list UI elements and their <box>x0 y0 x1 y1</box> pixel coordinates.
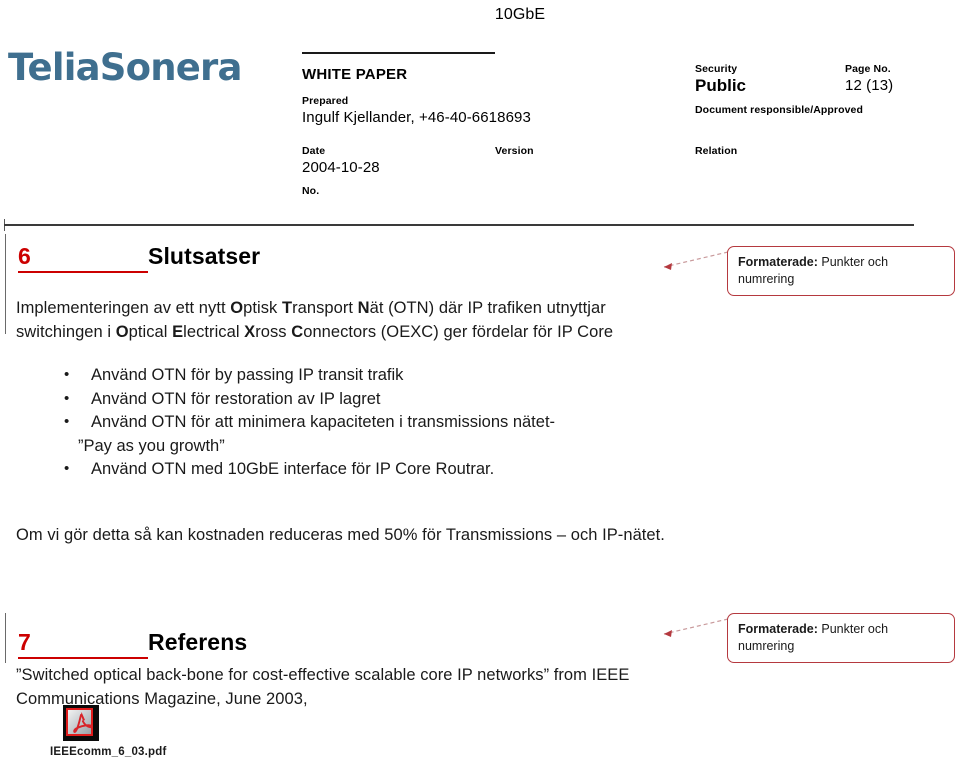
field-no: No. <box>302 185 319 198</box>
paragraph-reference-text: ”Switched optical back-bone for cost-eff… <box>16 666 630 708</box>
list-item: Använd OTN för att minimera kapaciteten … <box>16 410 676 458</box>
field-prepared-label: Prepared <box>302 95 349 107</box>
field-document-responsible-label: Document responsible/Approved <box>695 104 864 116</box>
field-page-no-value: 12 (13) <box>845 77 894 94</box>
field-version-label: Version <box>495 145 534 157</box>
list-item: Använd OTN för restoration av IP lagret <box>16 387 676 412</box>
comment-leader-line-2 <box>663 618 729 637</box>
list-item-text: Använd OTN för att minimera kapaciteten … <box>91 413 556 431</box>
header-separator-rule <box>4 224 914 226</box>
document-type-title: WHITE PAPER <box>302 66 408 83</box>
list-item-continuation: ”Pay as you growth” <box>78 436 225 455</box>
conclusions-bullet-list: Använd OTN för by passing IP transit tra… <box>16 363 676 482</box>
heading-section-7: 7 Referens <box>18 629 247 659</box>
field-date: Date 2004-10-28 <box>302 145 380 177</box>
heading-section-7-number: 7 <box>18 629 148 659</box>
field-prepared-value: Ingulf Kjellander, +46-40-6618693 <box>302 109 531 126</box>
teliasonera-logo: TeliaSonera <box>8 46 242 89</box>
paragraph-conclusions-intro: Implementeringen av ett nytt Optisk Tran… <box>16 299 614 341</box>
comment-balloon-formatted-1[interactable]: Formaterade: Punkter och numrering <box>727 246 955 296</box>
pdf-attachment-filename: IEEEcomm_6_03.pdf <box>50 746 167 758</box>
field-date-label: Date <box>302 145 326 157</box>
paragraph-conclusions-closing: Om vi gör detta så kan kostnaden reducer… <box>16 526 665 544</box>
field-document-responsible: Document responsible/Approved <box>695 104 863 117</box>
heading-section-7-title: Referens <box>148 629 248 655</box>
field-page-no: Page No. 12 (13) <box>845 63 893 95</box>
field-version: Version <box>495 145 534 158</box>
list-item-text: Använd OTN för by passing IP transit tra… <box>91 366 404 384</box>
field-page-no-label: Page No. <box>845 63 891 75</box>
list-item: Använd OTN för by passing IP transit tra… <box>16 363 676 388</box>
heading-section-6-title: Slutsatser <box>148 243 261 269</box>
field-relation-label: Relation <box>695 145 738 157</box>
comment-leader-line-1 <box>663 251 729 270</box>
field-security-label: Security <box>695 63 738 75</box>
list-item-text: Använd OTN för restoration av IP lagret <box>91 389 381 408</box>
heading-section-6-number: 6 <box>18 243 148 273</box>
list-item-text: Använd OTN med 10GbE interface för IP Co… <box>91 460 495 478</box>
field-relation: Relation <box>695 145 737 158</box>
field-security-value: Public <box>695 76 747 95</box>
comment-label: Formaterade: <box>738 622 818 636</box>
running-header: 10GbE <box>494 6 546 23</box>
field-security: Security Public <box>695 63 746 96</box>
comment-balloon-formatted-2[interactable]: Formaterade: Punkter och numrering <box>727 613 955 663</box>
document-page: 10GbE TeliaSonera WHITE PAPER Prepared I… <box>0 0 960 771</box>
comment-label: Formaterade: <box>738 255 818 269</box>
heading-section-6: 6 Slutsatser <box>18 243 260 273</box>
change-bar-reference <box>5 613 6 663</box>
acrobat-a-icon <box>73 712 94 733</box>
field-no-label: No. <box>302 185 320 197</box>
field-prepared: Prepared Ingulf Kjellander, +46-40-66186… <box>302 95 531 127</box>
change-bar-conclusions <box>5 234 6 334</box>
pdf-file-icon[interactable] <box>63 705 99 741</box>
pdf-attachment[interactable]: IEEEcomm_6_03.pdf <box>50 705 166 758</box>
header-rule <box>302 52 495 54</box>
list-item: Använd OTN med 10GbE interface för IP Co… <box>16 457 676 482</box>
field-date-value: 2004-10-28 <box>302 159 380 176</box>
